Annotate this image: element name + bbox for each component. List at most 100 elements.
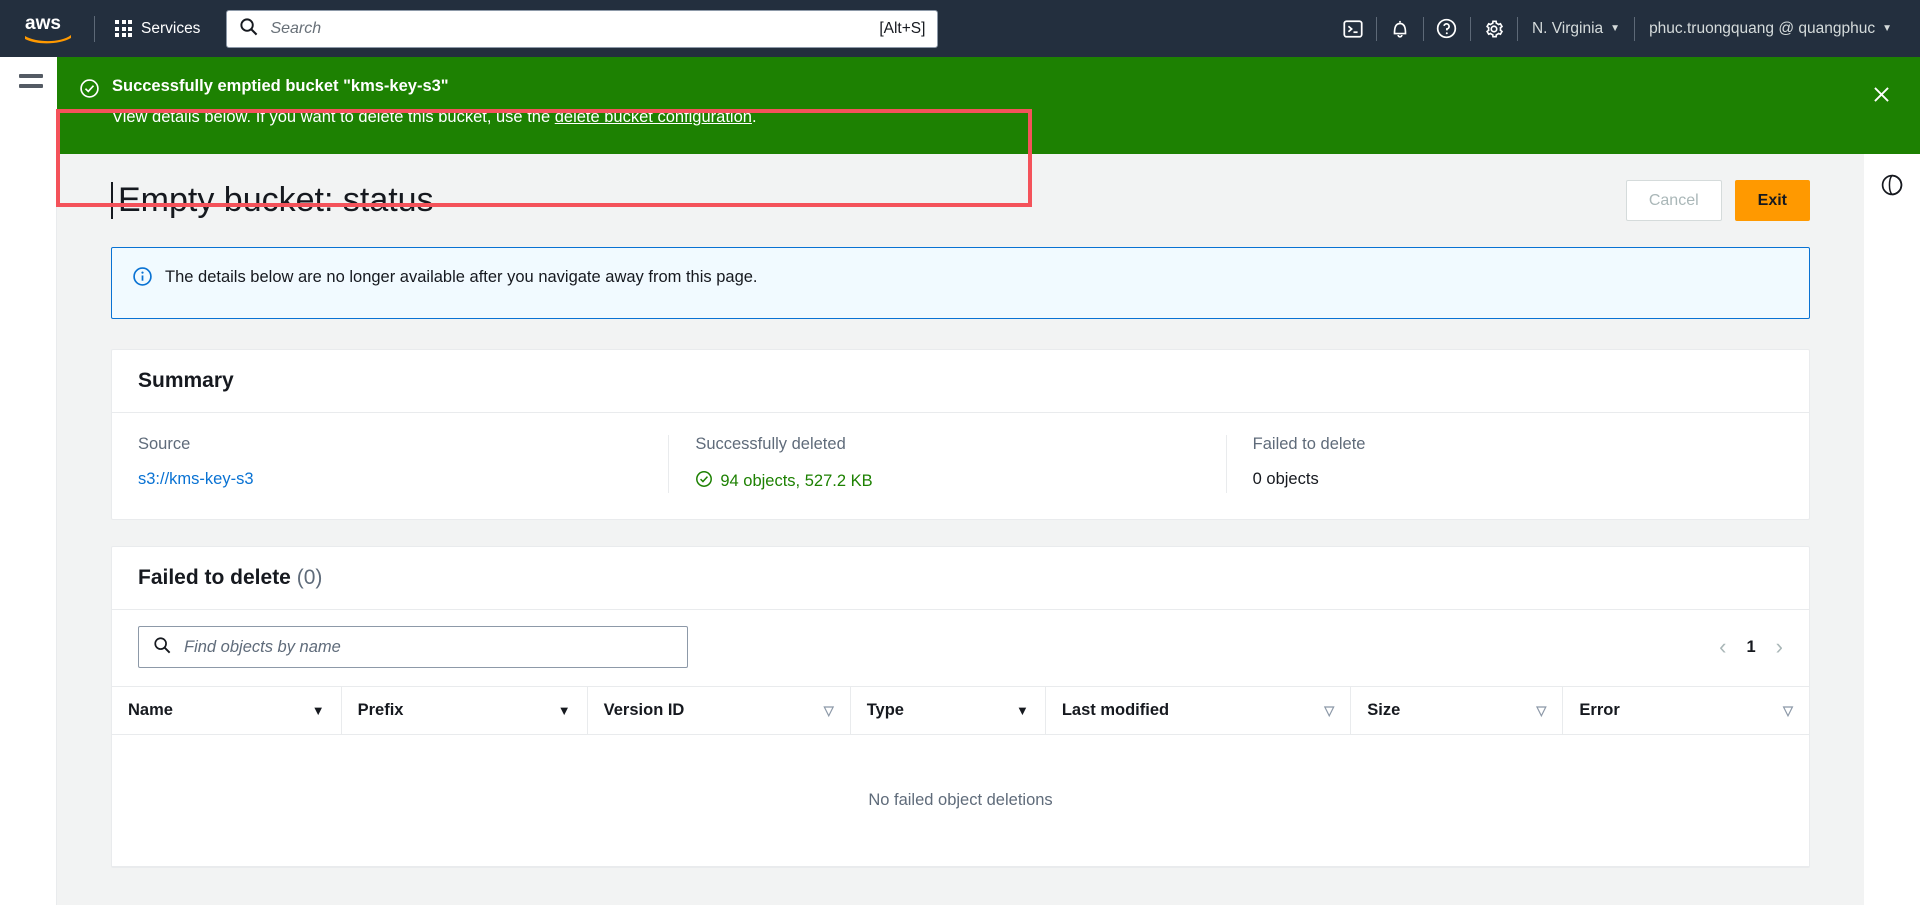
- search-icon: [239, 17, 258, 41]
- banner-title: Successfully emptied bucket "kms-key-s3": [112, 77, 449, 95]
- page-title: Empty bucket: status: [111, 181, 434, 220]
- pagination-prev-icon[interactable]: ‹: [1719, 636, 1726, 658]
- top-nav-right-group: N. Virginia ▼ phuc.truongquang @ quangph…: [1330, 0, 1906, 57]
- column-label: Size: [1367, 701, 1401, 719]
- page-header: Empty bucket: status Cancel Exit: [111, 180, 1810, 221]
- pagination-next-icon[interactable]: ›: [1776, 636, 1783, 658]
- help-icon[interactable]: [1424, 10, 1470, 48]
- pagination: ‹ 1 ›: [1719, 636, 1783, 658]
- chevron-down-icon: ▼: [1882, 22, 1892, 34]
- summary-deleted-value-wrap: 94 objects, 527.2 KB: [695, 470, 1205, 493]
- info-alert: The details below are no longer availabl…: [111, 247, 1810, 319]
- banner-text-block: Successfully emptied bucket "kms-key-s3"…: [112, 75, 1864, 129]
- banner-description-suffix: .: [751, 108, 757, 127]
- page-header-actions: Cancel Exit: [1625, 180, 1810, 221]
- delete-bucket-configuration-link[interactable]: delete bucket configuration: [555, 108, 752, 126]
- info-icon: [132, 266, 153, 292]
- column-label: Last modified: [1061, 701, 1170, 719]
- top-navigation-bar: aws Services [Alt+S]: [0, 0, 1920, 57]
- failed-table-heading-text: Failed to delete: [138, 566, 291, 589]
- left-sidebar-rail: [0, 154, 57, 905]
- help-panel-icon[interactable]: [1875, 168, 1909, 202]
- sort-arrow-icon[interactable]: ▽: [1324, 704, 1334, 717]
- failed-table-heading: Failed to delete (0): [112, 547, 1809, 610]
- sort-arrow-icon[interactable]: ▽: [1783, 704, 1793, 717]
- chevron-down-icon: ▼: [1610, 22, 1621, 34]
- column-header-type[interactable]: Type ▼: [849, 686, 1046, 735]
- column-label: Prefix: [357, 701, 404, 719]
- summary-source-label: Source: [138, 435, 191, 453]
- pagination-page-1[interactable]: 1: [1746, 638, 1755, 657]
- account-menu[interactable]: phuc.truongquang @ quangphuc ▼: [1635, 20, 1906, 38]
- summary-columns: Source s3://kms-key-s3 Successfully dele…: [112, 413, 1809, 519]
- find-objects-input[interactable]: [182, 636, 673, 658]
- failed-table-toolbar: ‹ 1 ›: [112, 610, 1809, 686]
- flash-banner-zone: Successfully emptied bucket "kms-key-s3"…: [0, 57, 1920, 207]
- region-label: N. Virginia: [1531, 19, 1604, 37]
- exit-button[interactable]: Exit: [1734, 180, 1810, 221]
- grid-icon: [115, 20, 132, 37]
- sort-arrow-icon[interactable]: ▽: [824, 704, 834, 717]
- table-header-row: Name ▼ Prefix ▼ Version ID ▽ Type ▼ Last…: [112, 686, 1809, 735]
- table-header: Name ▼ Prefix ▼ Version ID ▽ Type ▼ Last…: [112, 686, 1809, 735]
- info-alert-text: The details below are no longer availabl…: [165, 268, 758, 286]
- page-body: Empty bucket: status Cancel Exit The det…: [0, 154, 1920, 905]
- search-icon: [153, 636, 171, 659]
- bell-icon[interactable]: [1377, 10, 1423, 48]
- summary-deleted-value: 94 objects, 527.2 KB: [720, 472, 873, 490]
- column-header-error[interactable]: Error ▽: [1562, 686, 1809, 735]
- right-sidebar-rail: [1864, 154, 1920, 905]
- column-header-prefix[interactable]: Prefix ▼: [340, 686, 588, 735]
- failed-objects-table: Name ▼ Prefix ▼ Version ID ▽ Type ▼ Last…: [112, 686, 1809, 867]
- region-selector[interactable]: N. Virginia ▼: [1518, 20, 1634, 38]
- summary-deleted-column: Successfully deleted 94 objects, 527.2 K…: [668, 435, 1225, 493]
- success-flash-banner: Successfully emptied bucket "kms-key-s3"…: [57, 57, 1920, 154]
- settings-icon[interactable]: [1471, 10, 1517, 48]
- summary-card: Summary Source s3://kms-key-s3 Successfu…: [111, 349, 1810, 520]
- sort-arrow-icon[interactable]: ▼: [558, 704, 571, 717]
- column-label: Version ID: [603, 701, 685, 719]
- hamburger-menu-icon[interactable]: [19, 74, 43, 154]
- banner-description-prefix: View details below. If you want to delet…: [112, 108, 555, 127]
- summary-source-link[interactable]: s3://kms-key-s3: [138, 470, 254, 488]
- table-empty-row: No failed object deletions: [112, 734, 1809, 867]
- sidebar-toggle-rail: [0, 57, 62, 154]
- search-shortcut-hint: [Alt+S]: [879, 19, 926, 37]
- column-label: Type: [866, 701, 904, 719]
- column-header-size[interactable]: Size ▽: [1350, 686, 1563, 735]
- nav-divider: [94, 15, 95, 42]
- services-label: Services: [141, 19, 201, 37]
- failed-to-delete-card: Failed to delete (0) ‹ 1 ›: [111, 546, 1810, 868]
- banner-description: View details below. If you want to delet…: [112, 106, 1864, 129]
- summary-failed-value: 0 objects: [1252, 470, 1319, 488]
- success-check-icon: [695, 470, 713, 493]
- column-header-version-id[interactable]: Version ID ▽: [586, 686, 851, 735]
- summary-deleted-label: Successfully deleted: [695, 435, 846, 453]
- svg-text:aws: aws: [25, 13, 61, 34]
- cloudshell-icon[interactable]: [1330, 10, 1376, 48]
- services-menu-button[interactable]: Services: [103, 12, 212, 46]
- column-label: Name: [128, 701, 173, 719]
- column-header-last-modified[interactable]: Last modified ▽: [1044, 686, 1351, 735]
- failed-table-count: (0): [296, 566, 323, 589]
- cancel-button[interactable]: Cancel: [1625, 180, 1722, 221]
- close-icon[interactable]: [1864, 77, 1898, 111]
- summary-source-column: Source s3://kms-key-s3: [138, 435, 668, 493]
- search-input[interactable]: [268, 18, 872, 39]
- aws-logo[interactable]: aws: [18, 9, 80, 49]
- main-content: Empty bucket: status Cancel Exit The det…: [57, 154, 1864, 905]
- column-header-name[interactable]: Name ▼: [112, 686, 342, 735]
- table-empty-message: No failed object deletions: [112, 734, 1809, 867]
- sort-arrow-icon[interactable]: ▼: [312, 704, 325, 717]
- account-label: phuc.truongquang @ quangphuc: [1649, 19, 1876, 37]
- summary-failed-label: Failed to delete: [1252, 435, 1366, 453]
- summary-failed-column: Failed to delete 0 objects: [1225, 435, 1783, 493]
- summary-heading: Summary: [112, 350, 1809, 413]
- success-check-icon: [79, 78, 100, 104]
- column-label: Error: [1579, 701, 1620, 719]
- table-body: No failed object deletions: [112, 734, 1809, 867]
- sort-arrow-icon[interactable]: ▼: [1016, 704, 1029, 717]
- sort-arrow-icon[interactable]: ▽: [1536, 704, 1546, 717]
- find-objects-search-box[interactable]: [138, 626, 688, 668]
- global-search-box[interactable]: [Alt+S]: [226, 9, 939, 48]
